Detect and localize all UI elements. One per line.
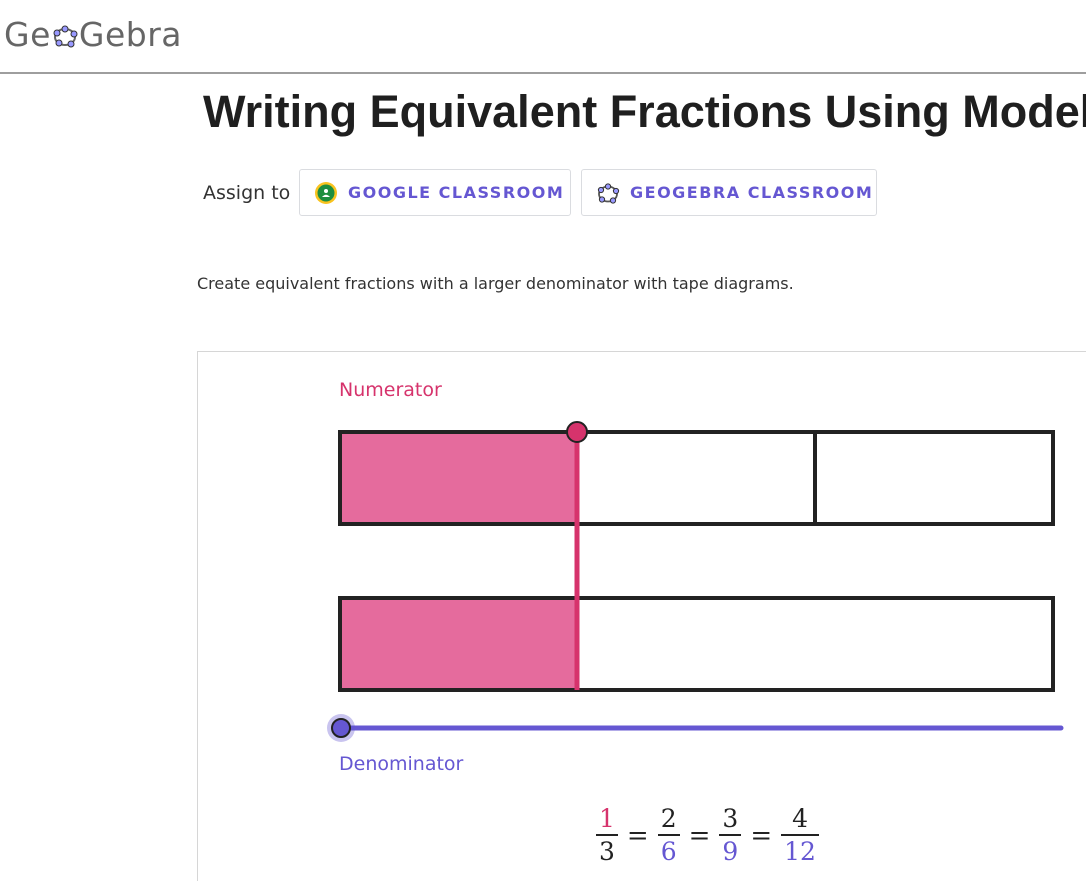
- fraction-4: 4 12: [781, 804, 819, 868]
- fraction-3-denominator: 9: [722, 837, 739, 866]
- numerator-handle[interactable]: [566, 421, 588, 443]
- activity-description: Create equivalent fractions with a large…: [197, 274, 794, 293]
- top-bar: Ge Gebra: [0, 0, 1086, 74]
- equals-sign: =: [750, 821, 773, 851]
- geogebra-classroom-icon: [597, 182, 620, 204]
- geogebra-classroom-label: GEOGEBRA CLASSROOM: [630, 183, 874, 202]
- fraction-2-denominator: 6: [660, 837, 677, 866]
- google-classroom-button[interactable]: GOOGLE CLASSROOM: [299, 169, 571, 216]
- geogebra-logo[interactable]: Ge Gebra: [4, 12, 182, 56]
- fraction-1-numerator: 1: [599, 804, 615, 833]
- fraction-1: 1 3: [596, 804, 618, 868]
- fraction-4-denominator: 12: [784, 837, 816, 866]
- numerator-label: Numerator: [339, 379, 442, 401]
- fraction-2-numerator: 2: [660, 804, 677, 833]
- fraction-3: 3 9: [719, 804, 742, 868]
- geogebra-logo-icon: [53, 25, 78, 48]
- equals-sign: =: [688, 821, 711, 851]
- logo-text-left: Ge: [4, 14, 51, 54]
- logo-text-right: Gebra: [78, 14, 182, 54]
- page-title: Writing Equivalent Fractions Using Model…: [203, 86, 1086, 137]
- assign-to-label: Assign to: [203, 182, 291, 204]
- google-classroom-label: GOOGLE CLASSROOM: [348, 183, 565, 202]
- equals-sign: =: [626, 821, 649, 851]
- denominator-label: Denominator: [339, 753, 464, 775]
- fraction-3-numerator: 3: [722, 804, 739, 833]
- denominator-slider-handle[interactable]: [331, 718, 351, 738]
- geogebra-classroom-button[interactable]: GEOGEBRA CLASSROOM: [581, 169, 877, 216]
- fraction-4-numerator: 4: [792, 804, 808, 833]
- equivalent-fractions-equation: 1 3 = 2 6 = 3 9 = 4 12: [596, 800, 819, 872]
- google-classroom-icon: [315, 181, 337, 204]
- fraction-2: 2 6: [657, 804, 680, 868]
- fraction-1-denominator: 3: [599, 837, 615, 866]
